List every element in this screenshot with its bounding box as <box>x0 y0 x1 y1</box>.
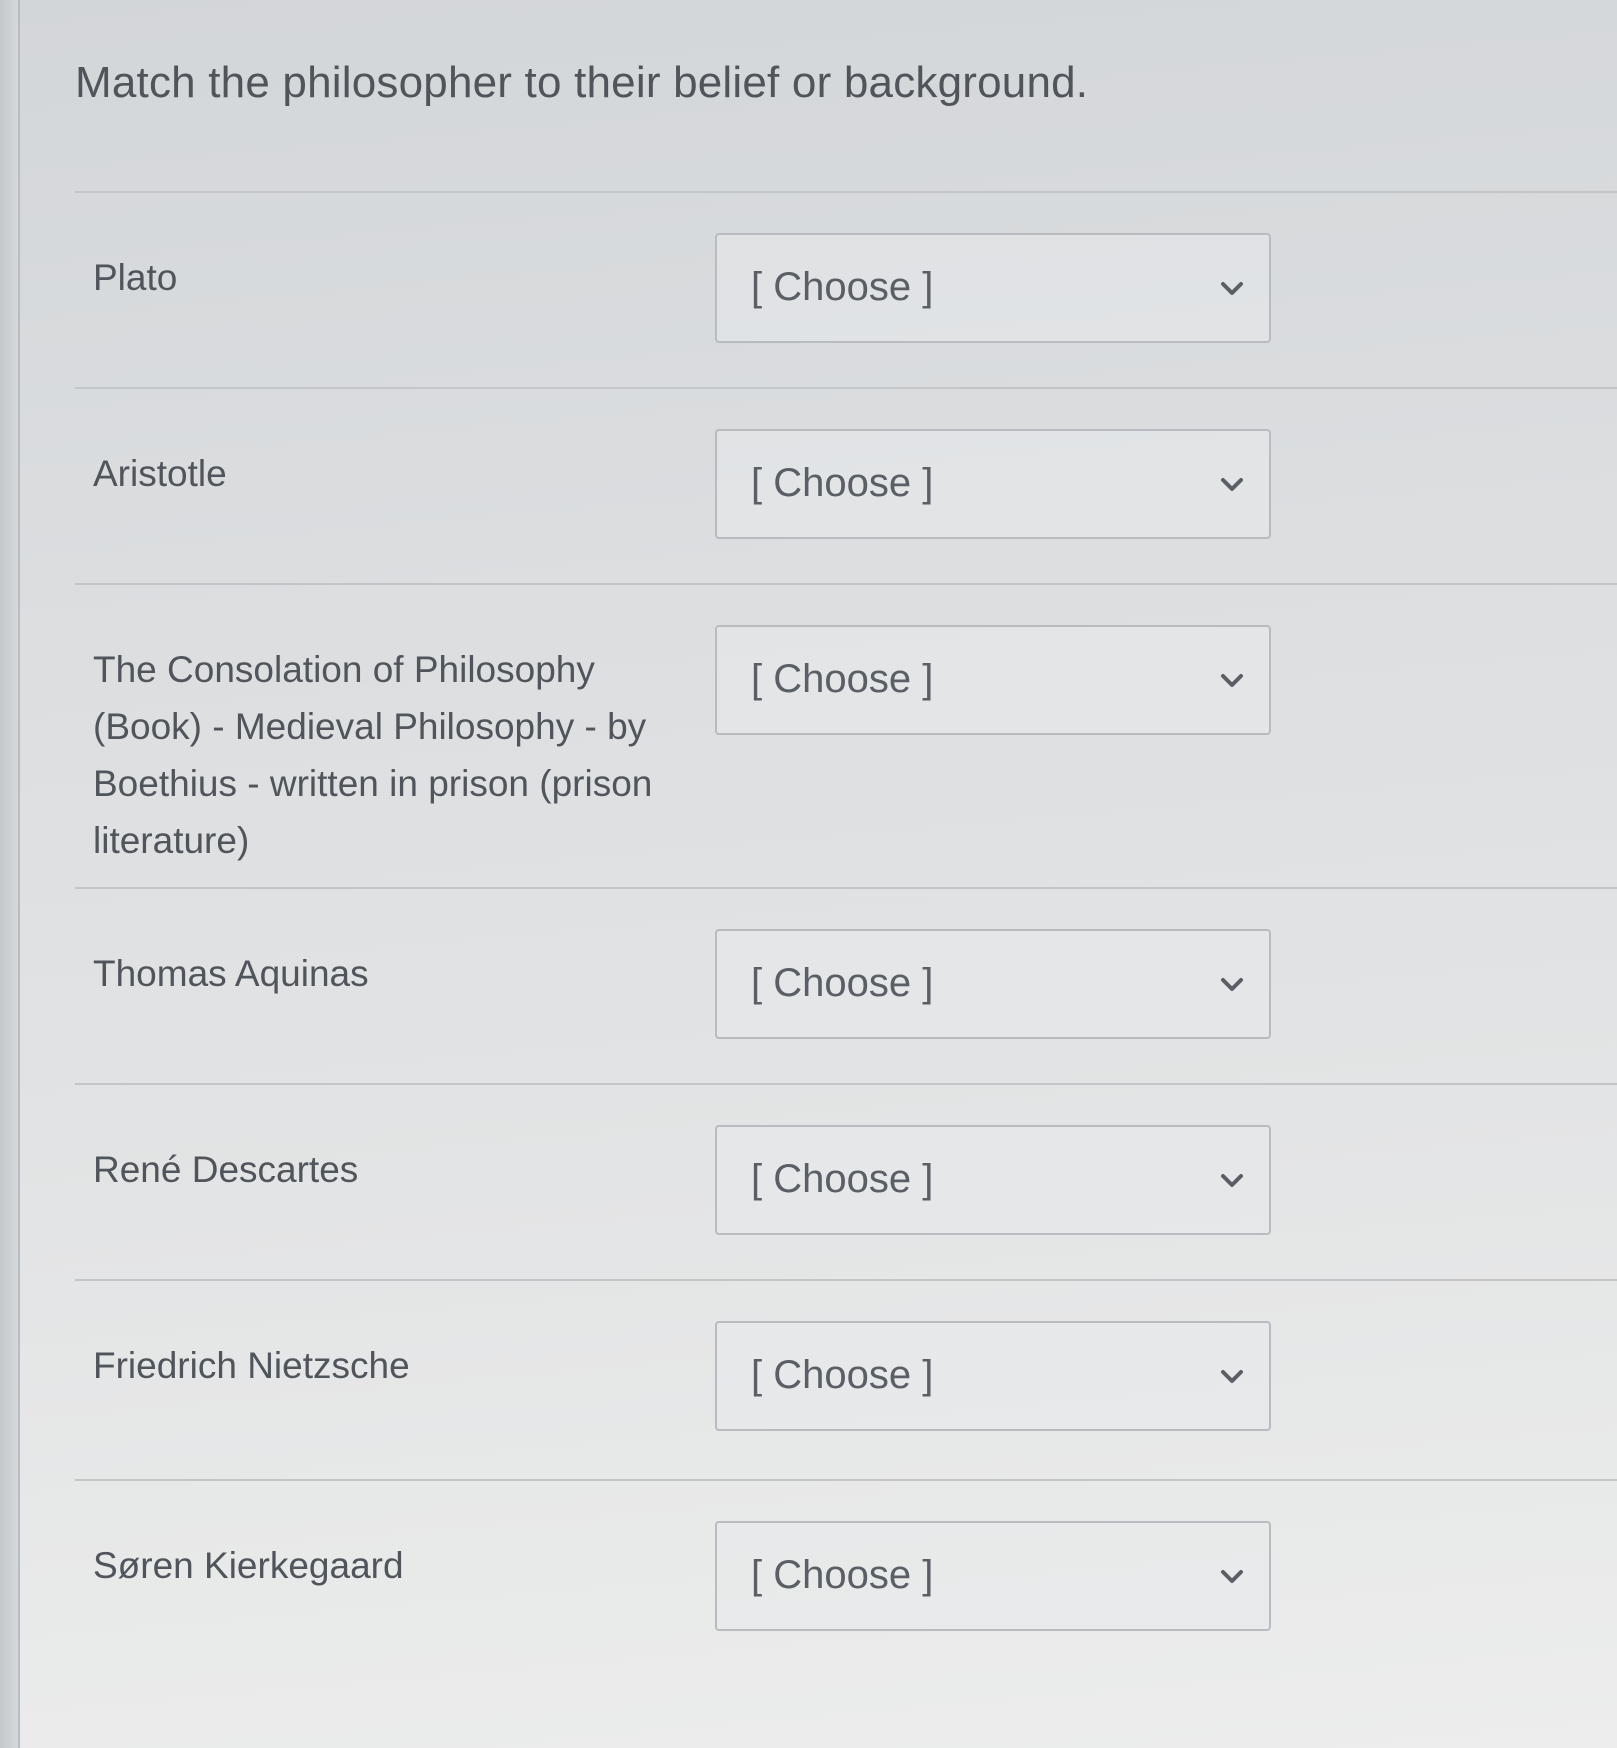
quiz-page: Match the philosopher to their belief or… <box>0 0 1617 1748</box>
match-row-boethius: The Consolation of Philosophy (Book) - M… <box>75 585 1617 889</box>
chevron-down-icon <box>1221 1370 1243 1383</box>
select-value: [ Choose ] <box>751 1157 934 1201</box>
match-row-aquinas: Thomas Aquinas [ Choose ] <box>75 889 1617 1085</box>
select-value: [ Choose ] <box>751 1553 934 1597</box>
chevron-down-icon <box>1221 1174 1243 1187</box>
match-row-label: Plato <box>93 257 178 298</box>
match-row-label: Aristotle <box>93 453 227 494</box>
match-row-label: René Descartes <box>93 1149 359 1190</box>
match-row-label: Søren Kierkegaard <box>93 1545 404 1586</box>
chevron-down-icon <box>1221 978 1243 991</box>
chevron-down-icon <box>1221 282 1243 295</box>
answer-select-aristotle[interactable]: [ Choose ] <box>715 429 1271 539</box>
match-row-label: Friedrich Nietzsche <box>93 1345 410 1386</box>
answer-select-kierkegaard[interactable]: [ Choose ] <box>715 1521 1271 1631</box>
select-value: [ Choose ] <box>751 265 934 309</box>
answer-select-aquinas[interactable]: [ Choose ] <box>715 929 1271 1039</box>
answer-select-descartes[interactable]: [ Choose ] <box>715 1125 1271 1235</box>
match-row-nietzsche: Friedrich Nietzsche [ Choose ] <box>75 1281 1617 1481</box>
answer-select-plato[interactable]: [ Choose ] <box>715 233 1271 343</box>
select-value: [ Choose ] <box>751 961 934 1005</box>
chevron-down-icon <box>1221 1570 1243 1583</box>
select-value: [ Choose ] <box>751 1353 934 1397</box>
match-row-aristotle: Aristotle [ Choose ] <box>75 389 1617 585</box>
match-rows: Plato [ Choose ] Aristotle [ Choose ] Th… <box>75 191 1617 1721</box>
left-border <box>0 0 20 1748</box>
answer-select-nietzsche[interactable]: [ Choose ] <box>715 1321 1271 1431</box>
match-row-descartes: René Descartes [ Choose ] <box>75 1085 1617 1281</box>
match-row-kierkegaard: Søren Kierkegaard [ Choose ] <box>75 1481 1617 1721</box>
match-row-label: The Consolation of Philosophy (Book) - M… <box>93 649 653 861</box>
chevron-down-icon <box>1221 674 1243 687</box>
matching-question: Match the philosopher to their belief or… <box>22 0 1617 1748</box>
match-row-label: Thomas Aquinas <box>93 953 369 994</box>
select-value: [ Choose ] <box>751 461 934 505</box>
select-value: [ Choose ] <box>751 657 934 701</box>
question-prompt: Match the philosopher to their belief or… <box>75 58 1089 107</box>
chevron-down-icon <box>1221 478 1243 491</box>
match-row-plato: Plato [ Choose ] <box>75 193 1617 389</box>
answer-select-boethius[interactable]: [ Choose ] <box>715 625 1271 735</box>
